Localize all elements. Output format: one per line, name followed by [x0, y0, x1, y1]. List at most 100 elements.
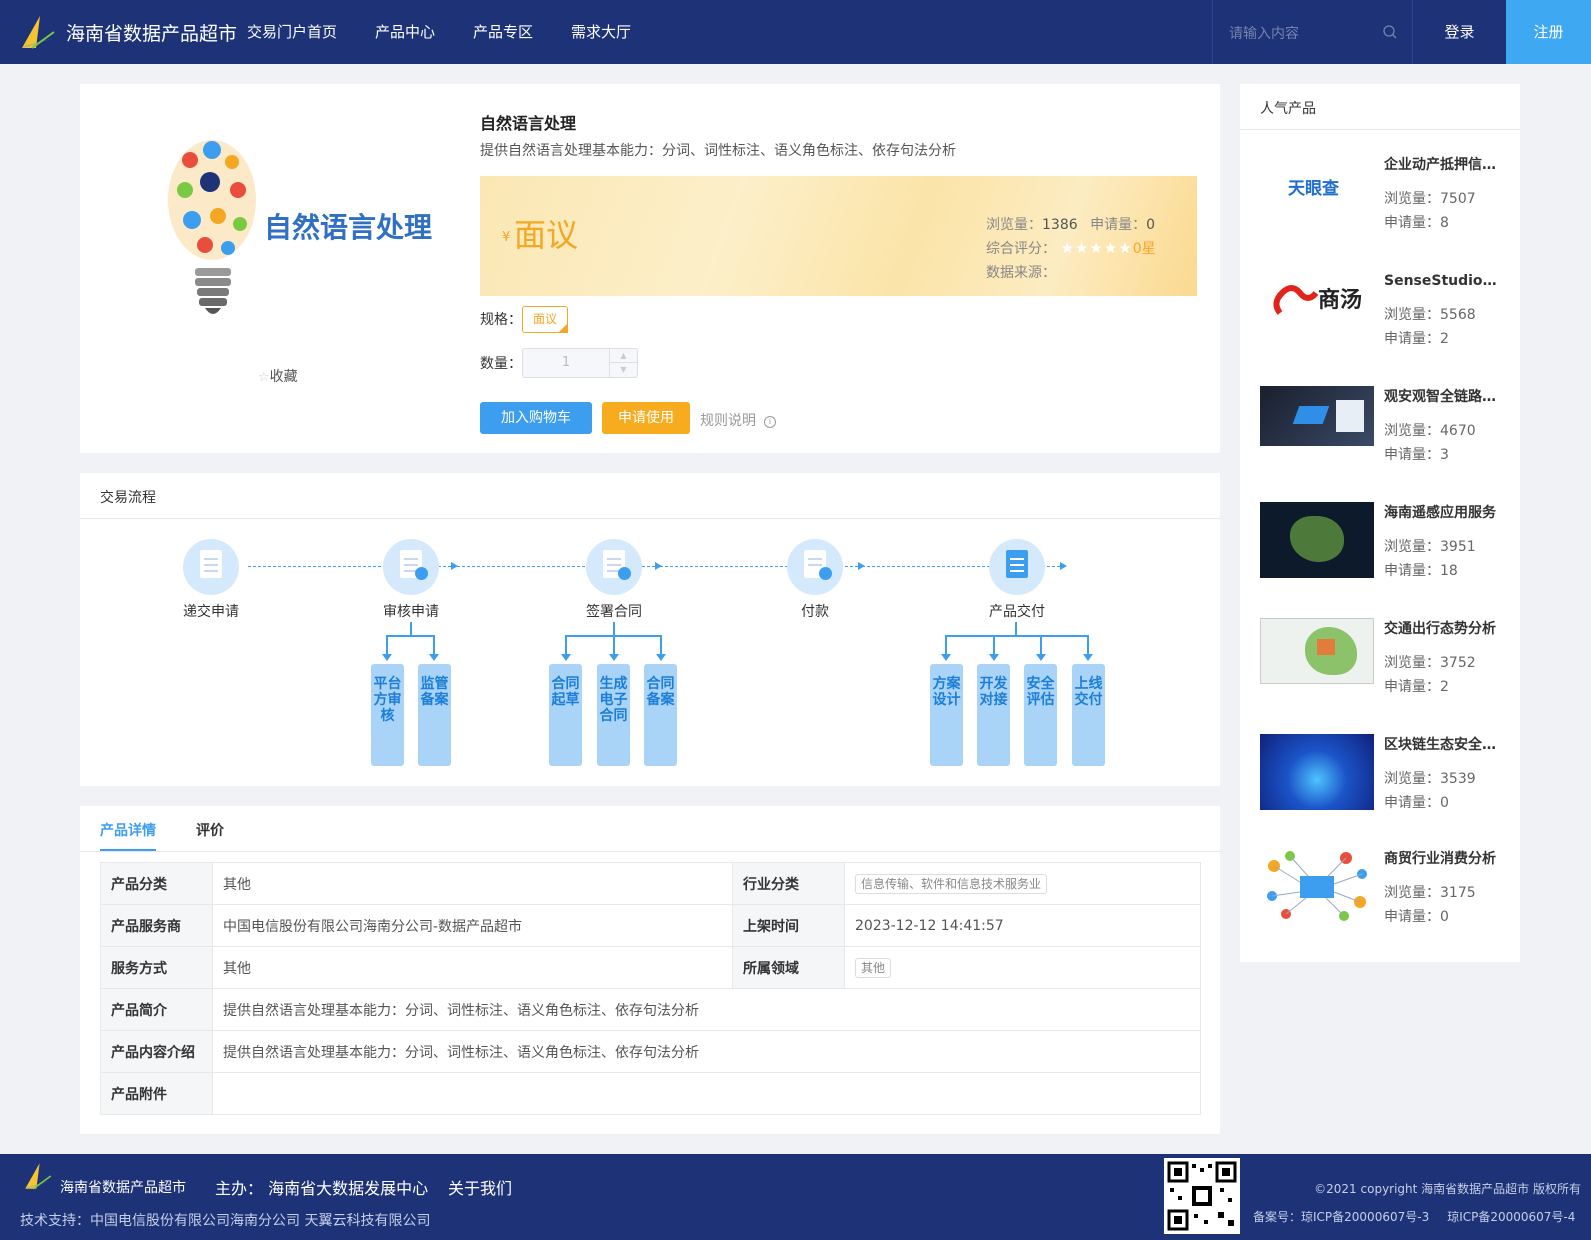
search-input[interactable]: 请输入内容 — [1212, 0, 1412, 64]
rating-value: 0星 — [1132, 241, 1156, 257]
step-review: 审核申请 — [361, 539, 461, 621]
quantity-value: 1 — [561, 355, 571, 370]
popular-item[interactable]: 商汤 SenseStudio人工智能开发平台 浏览量：5568 申请量：2 — [1260, 270, 1510, 370]
divider — [80, 518, 1220, 519]
brand-name[interactable]: 海南省数据产品超市 — [66, 19, 237, 46]
transaction-flow-card: 交易流程 递交申请 审核申请 签署合同 付款 产品交付 平台方审核 监管备案 合… — [80, 473, 1220, 786]
product-image: 自然语言处理 — [160, 120, 432, 340]
collect-button[interactable]: ☆收藏 — [258, 366, 298, 386]
product-thumbnail: 天眼查 — [1260, 154, 1374, 220]
industry-tag: 信息传输、软件和信息技术服务业 — [855, 873, 1048, 894]
register-button[interactable]: 注册 — [1506, 0, 1591, 64]
footer-brand: 海南省数据产品超市 — [60, 1180, 186, 1196]
qr-code-icon — [1164, 1158, 1240, 1234]
table-row: 产品附件 — [100, 1072, 1201, 1115]
add-to-cart-button[interactable]: 加入购物车 — [480, 402, 592, 434]
icp-link-2[interactable]: 琼ICP备20000607号-4 — [1447, 1210, 1575, 1224]
table-row: 产品简介 提供自然语言处理基本能力：分词、词性标注、语义角色标注、依存句法分析 — [100, 988, 1201, 1031]
search-placeholder: 请输入内容 — [1229, 26, 1299, 42]
apply-button[interactable]: 申请使用 — [602, 402, 690, 434]
copyright: ©2021 copyright 海南省数据产品超市 版权所有 — [1314, 1182, 1581, 1196]
footer-support: 技术支持：中国电信股份有限公司海南分公司 天翼云科技有限公司 — [20, 1213, 431, 1229]
main-nav: 交易门户首页 产品中心 产品专区 需求大厅 — [247, 0, 669, 64]
sub-step-go-live: 上线交付 — [1072, 664, 1105, 766]
sub-step-contract-filing: 合同备案 — [644, 664, 677, 766]
network-illustration-icon — [1267, 851, 1367, 921]
nav-product-zone[interactable]: 产品专区 — [473, 0, 533, 64]
nav-home[interactable]: 交易门户首页 — [247, 0, 337, 64]
collect-label: 收藏 — [269, 369, 298, 385]
popular-item[interactable]: 观安观智全链路数据安全 浏览量：4670 申请量：3 — [1260, 386, 1510, 486]
sub-step-dev-integration: 开发对接 — [977, 664, 1010, 766]
selected-check-icon — [558, 323, 568, 333]
step-submit: 递交申请 — [161, 539, 261, 621]
step-payment: 付款 — [765, 539, 865, 621]
popular-item[interactable]: 交通出行态势分析 浏览量：3752 申请量：2 — [1260, 618, 1510, 718]
product-thumbnail — [1260, 734, 1374, 810]
product-thumbnail — [1260, 502, 1374, 578]
popular-item[interactable]: 天眼查 企业动产抵押信息查询 浏览量：7507 申请量：8 — [1260, 154, 1510, 254]
table-row: 产品分类 其他 行业分类 信息传输、软件和信息技术服务业 — [100, 862, 1201, 905]
rating-stars-icon: ★★★★★ — [1060, 239, 1133, 257]
product-thumbnail — [1260, 618, 1374, 684]
star-icon: ☆ — [258, 370, 270, 385]
delivery-icon — [989, 539, 1045, 595]
step-contract: 签署合同 — [564, 539, 664, 621]
site-logo-icon[interactable] — [18, 12, 58, 52]
quantity-label: 数量： — [480, 356, 522, 372]
flow-title: 交易流程 — [100, 490, 156, 506]
nav-product-center[interactable]: 产品中心 — [375, 0, 435, 64]
product-detail-card: 产品详情 评价 产品分类 其他 行业分类 信息传输、软件和信息技术服务业 产品服… — [80, 806, 1220, 1134]
sub-step-contract-draft: 合同起草 — [549, 664, 582, 766]
popular-item[interactable]: 商贸行业消费分析 浏览量：3175 申请量：0 — [1260, 848, 1510, 948]
rules-link[interactable]: 规则说明 i — [700, 410, 776, 430]
detail-table: 产品分类 其他 行业分类 信息传输、软件和信息技术服务业 产品服务商 中国电信股… — [100, 862, 1201, 1115]
product-title: 自然语言处理 — [480, 114, 577, 133]
product-image-caption: 自然语言处理 — [264, 211, 433, 244]
info-icon: i — [764, 416, 776, 428]
sub-step-supervision-filing: 监管备案 — [418, 664, 451, 766]
search-icon[interactable] — [1382, 24, 1398, 40]
site-footer: 海南省数据产品超市 主办： 海南省大数据发展中心 关于我们 技术支持：中国电信股… — [0, 1154, 1591, 1240]
view-count: 浏览量：1386 申请量：0 — [986, 217, 1156, 233]
rating: 综合评分： ★★★★★0星 — [986, 239, 1156, 257]
popular-item[interactable]: 海南遥感应用服务 浏览量：3951 申请量：18 — [1260, 502, 1510, 602]
table-row: 产品服务商 中国电信股份有限公司海南分公司-数据产品超市 上架时间 2023-1… — [100, 904, 1201, 947]
price-value: 面议 — [514, 216, 579, 254]
product-thumbnail: 商汤 — [1260, 270, 1374, 336]
chevron-up-icon[interactable]: ▲ — [610, 349, 637, 363]
domain-tag: 其他 — [855, 957, 892, 978]
sub-step-security-assessment: 安全评估 — [1024, 664, 1057, 766]
spec-option[interactable]: 面议 — [522, 306, 568, 333]
popular-item[interactable]: 区块链生态安全服务 浏览量：3539 申请量：0 — [1260, 734, 1510, 834]
spec-label: 规格： — [480, 312, 522, 328]
price-panel: ¥ 面议 浏览量：1386 申请量：0 综合评分： ★★★★★0星 数据来源： — [480, 176, 1197, 296]
icp-link-1[interactable]: 备案号：琼ICP备20000607号-3 — [1253, 1210, 1429, 1224]
divider — [80, 851, 1220, 852]
sub-step-platform-review: 平台方审核 — [371, 664, 404, 766]
divider — [1240, 129, 1520, 130]
table-row: 服务方式 其他 所属领域 其他 — [100, 946, 1201, 989]
product-subtitle: 提供自然语言处理基本能力：分词、词性标注、语义角色标注、依存句法分析 — [480, 143, 956, 159]
popular-products-sidebar: 人气产品 天眼查 企业动产抵押信息查询 浏览量：7507 申请量：8 商汤 Se… — [1240, 84, 1520, 962]
sensetime-logo-icon — [1273, 285, 1319, 315]
footer-logo-icon — [25, 1163, 52, 1190]
product-thumbnail — [1260, 848, 1374, 924]
chevron-down-icon[interactable]: ▼ — [610, 363, 637, 377]
footer-host: 主办： 海南省大数据发展中心 — [215, 1179, 429, 1198]
sub-step-e-contract: 生成电子合同 — [597, 664, 630, 766]
top-header: 海南省数据产品超市 交易门户首页 产品中心 产品专区 需求大厅 请输入内容 登录… — [0, 0, 1591, 64]
about-us-link[interactable]: 关于我们 — [448, 1175, 512, 1199]
data-source: 数据来源： — [986, 265, 1056, 281]
step-delivery: 产品交付 — [967, 539, 1067, 621]
login-button[interactable]: 登录 — [1412, 0, 1506, 64]
quantity-arrows: ▲ ▼ — [609, 349, 637, 377]
tab-product-detail[interactable]: 产品详情 — [100, 820, 156, 840]
quantity-stepper[interactable]: 1 ▲ ▼ — [522, 348, 638, 378]
submit-icon — [183, 539, 239, 595]
product-summary-card: 自然语言处理 ☆收藏 自然语言处理 提供自然语言处理基本能力：分词、词性标注、语… — [80, 84, 1220, 453]
contract-icon — [586, 539, 642, 595]
review-icon — [383, 539, 439, 595]
nav-demand-hall[interactable]: 需求大厅 — [571, 0, 631, 64]
tab-reviews[interactable]: 评价 — [196, 820, 224, 840]
